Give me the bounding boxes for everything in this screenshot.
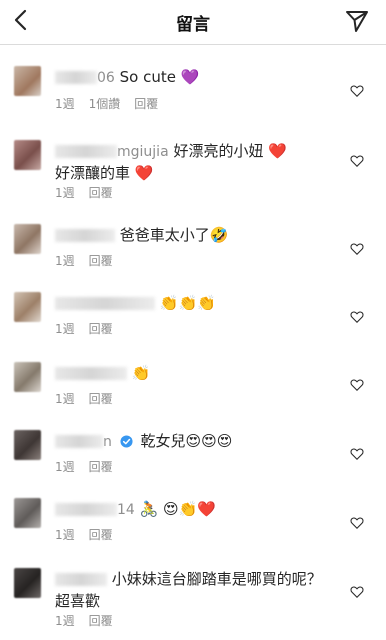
comment-body: 好漂亮的小妞 ❤️ xyxy=(173,142,287,160)
comment-meta: 1週 回覆 xyxy=(55,392,127,406)
comment-item: 👏 1週 回覆 xyxy=(0,362,386,431)
username-blurred[interactable] xyxy=(55,145,117,158)
avatar[interactable] xyxy=(14,140,41,170)
comment-item: 14 🚴 😍👏❤️ 1週 回覆 xyxy=(0,498,386,567)
username-blurred[interactable] xyxy=(55,435,103,448)
heart-icon[interactable] xyxy=(350,516,364,530)
avatar[interactable] xyxy=(14,362,41,392)
comment-body: 👏 xyxy=(131,364,151,382)
comment-text-line2: 超喜歡 xyxy=(55,592,101,610)
comment-meta: 1週 回覆 xyxy=(55,322,127,336)
comment-time: 1週 xyxy=(55,528,75,542)
comment-time: 1週 xyxy=(55,254,75,268)
heart-icon[interactable] xyxy=(350,378,364,392)
reply-button[interactable]: 回覆 xyxy=(89,322,113,336)
reply-button[interactable]: 回覆 xyxy=(134,97,158,111)
comment-body: So cute 💜 xyxy=(119,68,200,86)
username[interactable]: n xyxy=(103,434,112,450)
heart-icon[interactable] xyxy=(350,447,364,461)
comment-text: 👏👏👏 xyxy=(55,292,216,314)
comment-meta: 1週 回覆 xyxy=(55,186,127,200)
comment-item: 👏👏👏 1週 回覆 xyxy=(0,292,386,361)
comment-item: n 乾女兒😍😍😍 1週 回覆 xyxy=(0,430,386,499)
comment-time: 1週 xyxy=(55,186,75,200)
heart-icon[interactable] xyxy=(350,242,364,256)
comment-time: 1週 xyxy=(55,322,75,336)
comment-text: 爸爸車太小了🤣 xyxy=(55,224,228,246)
reply-button[interactable]: 回覆 xyxy=(89,392,113,406)
avatar[interactable] xyxy=(14,224,41,254)
avatar[interactable] xyxy=(14,430,41,460)
comment-item: mgiujia 好漂亮的小妞 ❤️ 好漂釀的車 ❤️ 1週 回覆 xyxy=(0,140,386,209)
comment-meta: 1週 1個讚 回覆 xyxy=(55,97,172,111)
comment-text: mgiujia 好漂亮的小妞 ❤️ xyxy=(55,140,287,162)
heart-icon[interactable] xyxy=(350,84,364,98)
comment-body: 乾女兒😍😍😍 xyxy=(140,432,233,450)
reply-button[interactable]: 回覆 xyxy=(89,254,113,268)
comment-body: 小妹妹這台腳踏車是哪買的呢？ xyxy=(111,570,322,588)
page-title: 留言 xyxy=(176,15,210,35)
username-blurred[interactable] xyxy=(55,503,117,516)
comment-likes[interactable]: 1個讚 xyxy=(89,97,121,111)
verified-badge-icon xyxy=(120,435,133,448)
comment-text: 👏 xyxy=(55,362,150,384)
comment-body: 👏👏👏 xyxy=(159,294,216,312)
username-blurred[interactable] xyxy=(55,573,107,586)
avatar[interactable] xyxy=(14,498,41,528)
heart-icon[interactable] xyxy=(350,585,364,599)
comment-time: 1週 xyxy=(55,614,75,628)
avatar[interactable] xyxy=(14,568,41,598)
reply-button[interactable]: 回覆 xyxy=(89,186,113,200)
avatar[interactable] xyxy=(14,66,41,96)
comment-text: 14 🚴 😍👏❤️ xyxy=(55,498,216,520)
comment-item: 小妹妹這台腳踏車是哪買的呢？ 超喜歡 1週 回覆 xyxy=(0,568,386,637)
reply-button[interactable]: 回覆 xyxy=(89,614,113,628)
comment-text: 06 So cute 💜 xyxy=(55,66,199,88)
send-icon[interactable] xyxy=(344,8,370,34)
comment-meta: 1週 回覆 xyxy=(55,528,127,542)
avatar[interactable] xyxy=(14,292,41,322)
reply-button[interactable]: 回覆 xyxy=(89,528,113,542)
comment-meta: 1週 回覆 xyxy=(55,254,127,268)
comment-body: 爸爸車太小了🤣 xyxy=(119,226,229,244)
username-blurred[interactable] xyxy=(55,297,155,310)
username-blurred[interactable] xyxy=(55,71,97,84)
comment-item: 爸爸車太小了🤣 1週 回覆 xyxy=(0,224,386,293)
heart-icon[interactable] xyxy=(350,310,364,324)
comment-text: n 乾女兒😍😍😍 xyxy=(55,430,232,452)
comment-meta: 1週 回覆 xyxy=(55,614,127,628)
top-bar: 留言 xyxy=(0,0,386,45)
comment-meta: 1週 回覆 xyxy=(55,460,127,474)
username[interactable]: 06 xyxy=(97,70,115,86)
reply-button[interactable]: 回覆 xyxy=(89,460,113,474)
comment-body: 🚴 😍👏❤️ xyxy=(139,500,217,518)
comment-time: 1週 xyxy=(55,97,75,111)
comment-text-line2: 好漂釀的車 ❤️ xyxy=(55,164,154,182)
comment-time: 1週 xyxy=(55,392,75,406)
heart-icon[interactable] xyxy=(350,154,364,168)
username-blurred[interactable] xyxy=(55,229,115,242)
username[interactable]: mgiujia xyxy=(117,144,169,160)
comment-text: 小妹妹這台腳踏車是哪買的呢？ xyxy=(55,568,322,590)
username[interactable]: 14 xyxy=(117,502,135,518)
comment-item: 06 So cute 💜 1週 1個讚 回覆 xyxy=(0,66,386,135)
username-blurred[interactable] xyxy=(55,367,127,380)
comment-time: 1週 xyxy=(55,460,75,474)
